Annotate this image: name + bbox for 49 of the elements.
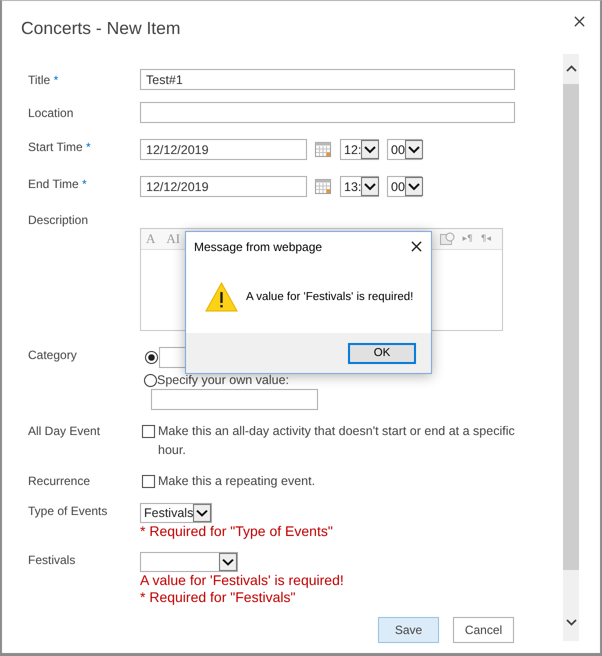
- field-label: Description: [28, 212, 90, 229]
- save-button[interactable]: Save: [378, 617, 439, 643]
- text-input[interactable]: Test#1: [140, 69, 515, 90]
- scrollbar-thumb[interactable]: [563, 84, 579, 570]
- field-label: All Day Event: [28, 423, 102, 440]
- scroll-down-icon[interactable]: [566, 619, 576, 626]
- close-button[interactable]: [411, 241, 422, 252]
- checkbox-label[interactable]: Make this a repeating event.: [158, 472, 532, 491]
- minute-select[interactable]: 00: [387, 139, 422, 160]
- field-label: Location: [28, 105, 74, 122]
- dialog-title: Message from webpage: [194, 240, 322, 254]
- error-message: A value for 'Festivals' is required!: [140, 572, 344, 589]
- field-label: Title *: [28, 72, 60, 89]
- dialog-message: A value for 'Festivals' is required!: [246, 291, 414, 303]
- field-label: Recurrence: [28, 473, 92, 490]
- dropdown-arrow-icon: [219, 553, 237, 571]
- field-label: Start Time *: [28, 139, 92, 156]
- hour-select[interactable]: 12:: [340, 139, 379, 160]
- hour-select[interactable]: 13:: [340, 176, 379, 197]
- checkbox[interactable]: [142, 425, 155, 438]
- radio-button[interactable]: [144, 374, 157, 386]
- checkbox[interactable]: [142, 475, 155, 488]
- error-message: * Required for "Festivals": [140, 589, 296, 606]
- ok-button[interactable]: OK: [348, 342, 416, 364]
- text-input[interactable]: [151, 389, 318, 410]
- date-input[interactable]: 12/12/2019: [140, 139, 307, 160]
- radio-button[interactable]: [145, 351, 158, 364]
- error-message: * Required for "Type of Events": [140, 523, 333, 540]
- dropdown-arrow-icon: [193, 504, 212, 522]
- date-input[interactable]: 12/12/2019: [140, 176, 307, 197]
- field-label: Category: [28, 347, 78, 364]
- calendar-icon[interactable]: [315, 142, 331, 157]
- dropdown-select[interactable]: [140, 552, 238, 572]
- field-label: Type of Events: [28, 503, 108, 520]
- text-input[interactable]: [140, 102, 515, 123]
- field-label: Festivals: [28, 552, 76, 569]
- checkbox-label[interactable]: Make this an all-day activity that doesn't start or end at a specific hour.: [158, 422, 532, 460]
- calendar-icon[interactable]: [315, 179, 331, 194]
- close-button[interactable]: [574, 16, 585, 27]
- warning-icon: [205, 282, 238, 312]
- close-icon: [411, 241, 422, 252]
- cancel-button[interactable]: Cancel: [453, 617, 514, 643]
- minute-select[interactable]: 00: [387, 176, 422, 197]
- field-label: End Time *: [28, 176, 88, 193]
- close-icon: [574, 16, 585, 27]
- radio-label[interactable]: Specify your own value:: [157, 373, 290, 387]
- dropdown-select[interactable]: Festivals: [140, 503, 212, 523]
- window-title: Concerts - New Item: [21, 17, 180, 40]
- scroll-up-icon[interactable]: [566, 65, 576, 72]
